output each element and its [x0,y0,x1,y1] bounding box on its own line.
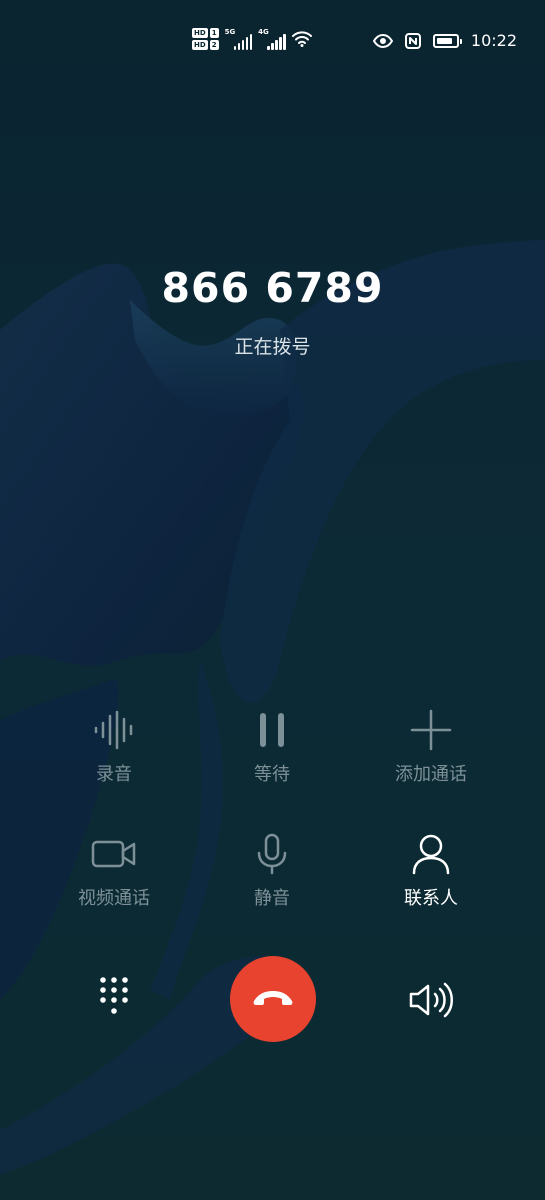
sim1-signal-bars-icon [233,34,253,50]
battery-tip [459,39,462,44]
add-call-label: 添加通话 [395,764,467,785]
video-call-label: 视频通话 [78,888,150,909]
sim2-network-type: 4G [258,28,269,36]
sim1-hd-badge: HD 1 [192,28,219,38]
plus-icon [410,709,452,751]
wifi-icon [291,31,312,47]
caller-number: 866 6789 [161,264,384,312]
sim2-signal-bars-icon [267,34,286,50]
hd-indicators: HD 1 HD 2 [192,28,219,50]
call-status: 正在拨号 [234,336,311,358]
end-call-button[interactable] [230,956,316,1042]
dialpad-button[interactable] [94,975,134,1025]
sim2-hd-label: HD [192,40,208,50]
status-bar: HD 1 HD 2 5G 4G 10:22 [0,0,545,80]
sim1-network-type: 5G [224,28,236,36]
video-call-button[interactable]: 视频通话 [44,832,184,910]
contacts-label: 联系人 [404,888,458,909]
hold-button[interactable]: 等待 [202,708,342,786]
speaker-button[interactable] [408,980,454,1024]
battery-icon [432,34,462,48]
add-call-button[interactable]: 添加通话 [361,708,501,786]
nfc-icon [404,33,421,49]
record-button[interactable]: 录音 [44,708,184,786]
status-left-group: HD 1 HD 2 5G 4G [192,28,312,50]
sim2-signal: 4G [258,28,286,50]
status-time: 10:22 [470,31,517,50]
mute-label: 静音 [254,888,290,909]
end-call-icon [253,991,293,1005]
status-right-group: 10:22 [372,30,517,52]
sim2-hd-badge: HD 2 [192,40,219,50]
sim1-signal: 5G [225,28,253,50]
pause-icon [260,713,284,747]
dialpad-icon [100,977,128,1014]
battery-fill [436,38,452,44]
mute-button[interactable]: 静音 [202,832,342,910]
sim1-hd-label: HD [192,28,208,38]
eye-icon [372,34,393,48]
sim1-slot-label: 1 [209,28,219,38]
microphone-icon [257,833,287,875]
record-waveform-icon [94,710,133,750]
person-icon [412,834,450,875]
contacts-button[interactable]: 联系人 [361,832,501,910]
hold-label: 等待 [254,764,290,785]
video-camera-icon [91,840,136,868]
speaker-icon [409,982,453,1018]
sim2-slot-label: 2 [209,40,219,50]
record-label: 录音 [96,764,132,785]
